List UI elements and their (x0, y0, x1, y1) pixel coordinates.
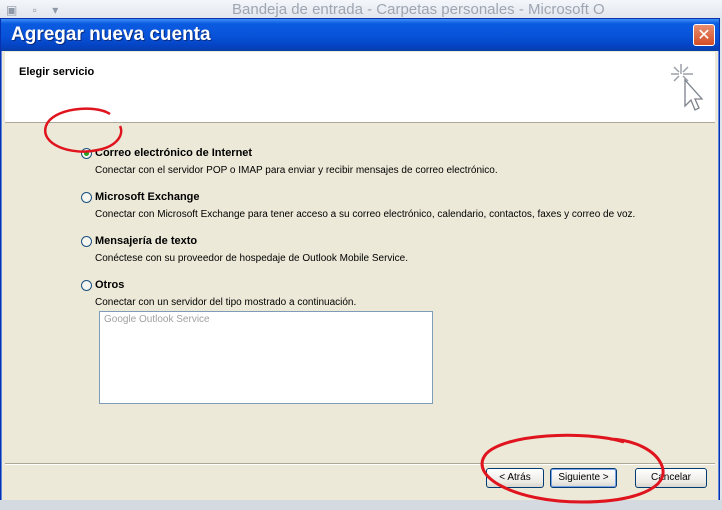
taskbar-strip (0, 500, 722, 510)
background-window-title: Bandeja de entrada - Carpetas personales… (232, 1, 605, 18)
dialog-titlebar: Agregar nueva cuenta ✕ (1, 19, 719, 51)
radio-others[interactable] (81, 280, 92, 291)
option-description: Conéctese con su proveedor de hospedaje … (95, 253, 408, 264)
service-options: Correo electrónico de Internet Conectar … (5, 123, 715, 461)
wizard-header: Elegir servicio (5, 52, 715, 123)
add-account-dialog: Agregar nueva cuenta ✕ Elegir servicio C… (0, 18, 720, 508)
background-toolbar-icons: ▣ ▫ ▾ (6, 3, 65, 17)
option-description: Conectar con Microsoft Exchange para ten… (95, 209, 636, 220)
radio-internet-email[interactable] (81, 148, 92, 159)
radio-text-messaging[interactable] (81, 236, 92, 247)
cancel-button[interactable]: Cancelar (635, 468, 707, 488)
other-services-list[interactable]: Google Outlook Service (99, 311, 433, 404)
footer-divider (5, 463, 715, 465)
close-icon[interactable]: ✕ (693, 24, 715, 46)
option-description: Conectar con un servidor del tipo mostra… (95, 297, 357, 308)
option-label: Correo electrónico de Internet (95, 147, 253, 159)
option-label: Microsoft Exchange (95, 191, 200, 203)
option-description: Conectar con el servidor POP o IMAP para… (95, 165, 498, 176)
next-button[interactable]: Siguiente > (550, 468, 617, 488)
radio-microsoft-exchange[interactable] (81, 192, 92, 203)
wizard-step-title: Elegir servicio (19, 66, 95, 78)
list-item[interactable]: Google Outlook Service (104, 314, 210, 325)
option-label: Otros (95, 279, 125, 291)
option-label: Mensajería de texto (95, 235, 198, 247)
wizard-cursor-icon (671, 64, 703, 111)
dialog-title: Agregar nueva cuenta (11, 24, 211, 45)
back-button[interactable]: < Atrás (486, 468, 544, 488)
